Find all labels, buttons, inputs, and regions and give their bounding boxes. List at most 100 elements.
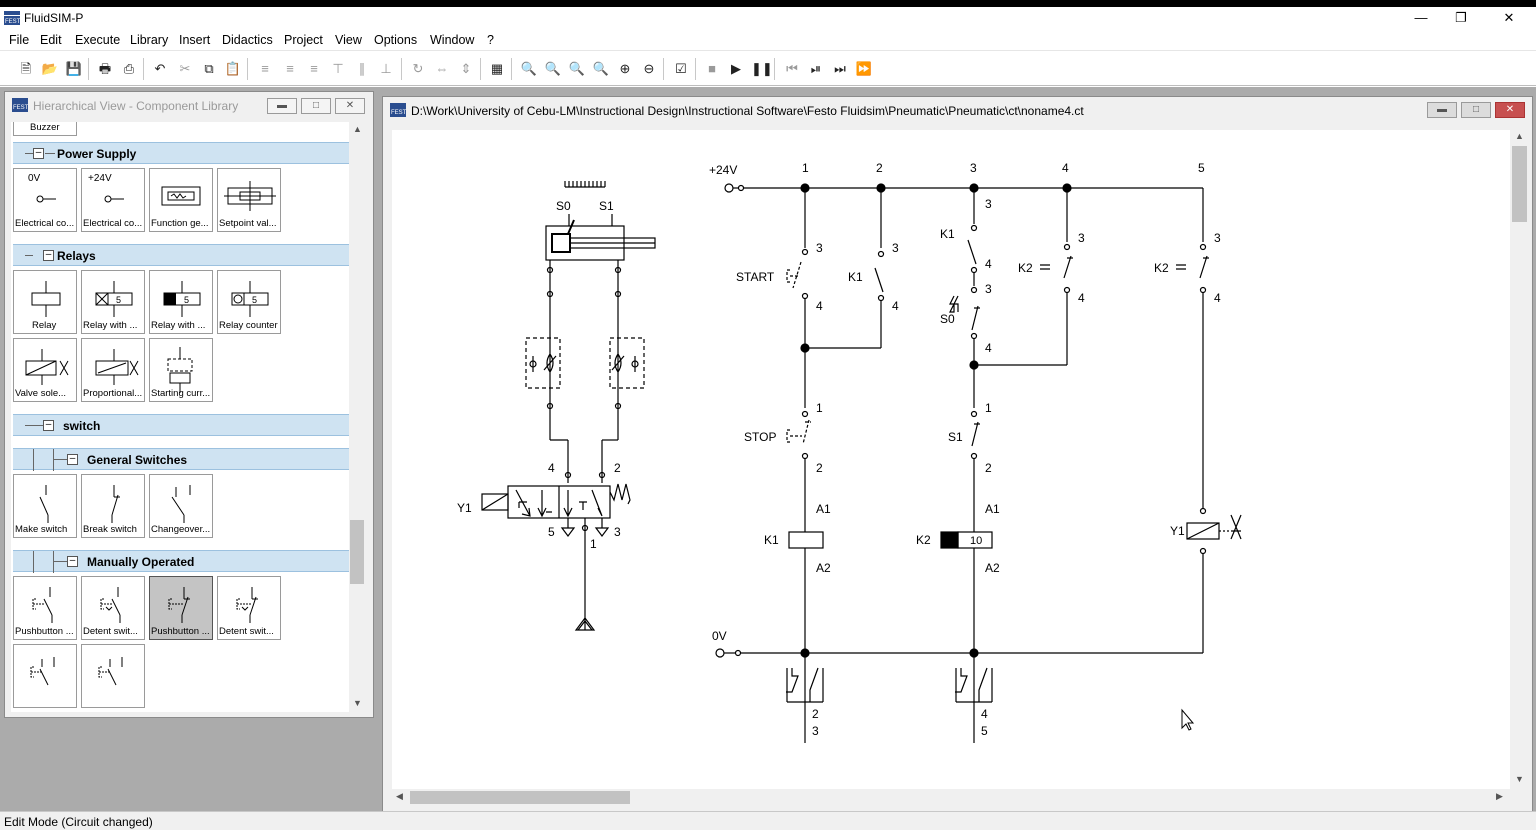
fast-forward-icon[interactable]: ⏩: [855, 60, 873, 78]
component-tile-relay[interactable]: Relay: [13, 270, 77, 334]
menu-view[interactable]: View: [335, 33, 362, 47]
zoom-fit-icon[interactable]: 🔍: [568, 60, 586, 78]
circuit-maximize-button[interactable]: □: [1461, 102, 1491, 118]
group-manually-operated[interactable]: – Manually Operated: [13, 550, 349, 573]
component-tile-detent-switch-break[interactable]: Detent swit...: [217, 576, 281, 640]
zoom-in-icon[interactable]: ⊕: [616, 60, 634, 78]
menu-insert[interactable]: Insert: [179, 33, 210, 47]
k2-contact-nc[interactable]: [1040, 255, 1073, 279]
group-relays[interactable]: – Relays: [13, 244, 349, 266]
menu-project[interactable]: Project: [284, 33, 323, 47]
align-middle-icon[interactable]: ∥: [353, 60, 371, 78]
library-scrollbar[interactable]: ▲ ▼: [349, 122, 365, 712]
scroll-left-icon[interactable]: ◀: [396, 791, 403, 802]
copy-icon[interactable]: ⧉: [200, 60, 218, 78]
print-icon[interactable]: ⎙: [120, 60, 138, 78]
component-tile-setpoint-value[interactable]: Setpoint val...: [217, 168, 281, 232]
menu-execute[interactable]: Execute: [75, 33, 120, 47]
scroll-up-icon[interactable]: ▲: [353, 124, 362, 134]
component-tile-make-switch[interactable]: Make switch: [13, 474, 77, 538]
zoom-previous-icon[interactable]: 🔍: [544, 60, 562, 78]
scroll-right-icon[interactable]: ▶: [1496, 791, 1503, 802]
component-tile-detent-switch-make[interactable]: Detent swit...: [81, 576, 145, 640]
component-tile-relay-counter[interactable]: 5 Relay counter: [217, 270, 281, 334]
library-minimize-button[interactable]: ▬: [267, 98, 297, 114]
component-tile-starting-current-limiter[interactable]: Starting curr...: [149, 338, 213, 402]
align-right-icon[interactable]: ≡: [305, 60, 323, 78]
scroll-down-icon[interactable]: ▼: [1515, 774, 1524, 784]
circuit-vscroll-thumb[interactable]: [1512, 146, 1527, 222]
circuit-hscroll-thumb[interactable]: [410, 791, 630, 804]
group-power-supply[interactable]: – Power Supply: [13, 142, 349, 164]
restore-button[interactable]: ❐: [1438, 7, 1484, 30]
component-tile-pushbutton-break[interactable]: Pushbutton ...: [149, 576, 213, 640]
stop-pushbutton[interactable]: [786, 419, 811, 445]
align-center-icon[interactable]: ≡: [281, 60, 299, 78]
mirror-vertical-icon[interactable]: ⇕: [457, 60, 475, 78]
circuit-canvas[interactable]: S0 S1 4 2 Y1 5 3 1 +24V 1 2 3 4 5 0V 3 S…: [392, 130, 1510, 789]
menu-help[interactable]: ?: [487, 33, 494, 47]
menu-library[interactable]: Library: [130, 33, 168, 47]
menu-options[interactable]: Options: [374, 33, 417, 47]
circuit-minimize-button[interactable]: ▬: [1427, 102, 1457, 118]
library-maximize-button[interactable]: □: [301, 98, 331, 114]
save-icon[interactable]: 💾: [65, 60, 83, 78]
step-forward-icon[interactable]: ⏭: [831, 60, 849, 78]
component-tile-detent-switch-changeover[interactable]: [81, 644, 145, 708]
mirror-horizontal-icon[interactable]: ⇔: [433, 60, 451, 78]
align-top-icon[interactable]: ⊤: [329, 60, 347, 78]
s0-limit-switch[interactable]: [971, 305, 980, 331]
component-tile-changeover-switch[interactable]: Changeover...: [149, 474, 213, 538]
s1-limit-switch[interactable]: [971, 421, 980, 447]
start-pushbutton[interactable]: [786, 261, 802, 289]
circuit-close-button[interactable]: ✕: [1495, 102, 1525, 118]
relay-coil-k1[interactable]: [788, 531, 824, 549]
component-tile-pushbutton-make[interactable]: Pushbutton ...: [13, 576, 77, 640]
group-switch[interactable]: – switch: [13, 414, 349, 436]
reset-icon[interactable]: ⏮: [783, 60, 801, 78]
cut-icon[interactable]: ✂: [176, 60, 194, 78]
menu-file[interactable]: File: [9, 33, 29, 47]
menu-window[interactable]: Window: [430, 33, 474, 47]
component-tile-relay-with-switch-on-delay[interactable]: 5 Relay with ...: [81, 270, 145, 334]
circuit-vertical-scrollbar[interactable]: ▲ ▼: [1511, 130, 1528, 789]
component-tile-relay-with-switch-off-delay[interactable]: 5 Relay with ...: [149, 270, 213, 334]
menu-didactics[interactable]: Didactics: [222, 33, 273, 47]
menu-edit[interactable]: Edit: [40, 33, 62, 47]
zoom-out-icon[interactable]: ⊖: [640, 60, 658, 78]
zoom-window-icon[interactable]: 🔍: [592, 60, 610, 78]
k1-contact-hold[interactable]: [874, 267, 884, 293]
k2-contact-nc-2[interactable]: [1176, 255, 1209, 279]
circuit-horizontal-scrollbar[interactable]: ◀ ▶: [392, 789, 1511, 806]
zoom-actual-icon[interactable]: 🔍: [520, 60, 538, 78]
component-tile-proportional-valve-solenoid[interactable]: Proportional...: [81, 338, 145, 402]
align-bottom-icon[interactable]: ⊥: [377, 60, 395, 78]
paste-icon[interactable]: 📋: [224, 60, 242, 78]
component-tile-break-switch[interactable]: Break switch: [81, 474, 145, 538]
scroll-down-icon[interactable]: ▼: [353, 698, 362, 708]
component-tile-electrical-connection-24v[interactable]: +24V Electrical co...: [81, 168, 145, 232]
play-icon[interactable]: ▶: [727, 60, 745, 78]
component-tile-valve-solenoid[interactable]: Valve sole...: [13, 338, 77, 402]
print-preview-icon[interactable]: 🖶: [96, 60, 114, 78]
undo-icon[interactable]: ↶: [151, 60, 169, 78]
pause-icon[interactable]: ❚❚: [751, 60, 773, 78]
flow-control-valve-left[interactable]: [525, 337, 561, 389]
single-step-icon[interactable]: ⏯: [807, 60, 825, 78]
new-file-icon[interactable]: 🗎: [17, 60, 35, 78]
grid-icon[interactable]: ▦: [488, 60, 506, 78]
component-tile-buzzer[interactable]: Buzzer: [13, 122, 77, 136]
component-tile-electrical-connection-0v[interactable]: 0V Electrical co...: [13, 168, 77, 232]
k1-contact-series[interactable]: [967, 239, 977, 265]
library-scroll-thumb[interactable]: [350, 520, 364, 584]
open-folder-icon[interactable]: 📂: [41, 60, 59, 78]
stop-icon[interactable]: ■: [703, 60, 721, 78]
rotate-icon[interactable]: ↻: [409, 60, 427, 78]
close-button[interactable]: ✕: [1486, 7, 1532, 30]
component-tile-pushbutton-changeover[interactable]: [13, 644, 77, 708]
library-close-button[interactable]: ✕: [335, 98, 365, 114]
check-drawing-icon[interactable]: ☑: [672, 60, 690, 78]
component-tile-function-generator[interactable]: Function ge...: [149, 168, 213, 232]
align-left-icon[interactable]: ≡: [256, 60, 274, 78]
scroll-up-icon[interactable]: ▲: [1515, 131, 1524, 141]
